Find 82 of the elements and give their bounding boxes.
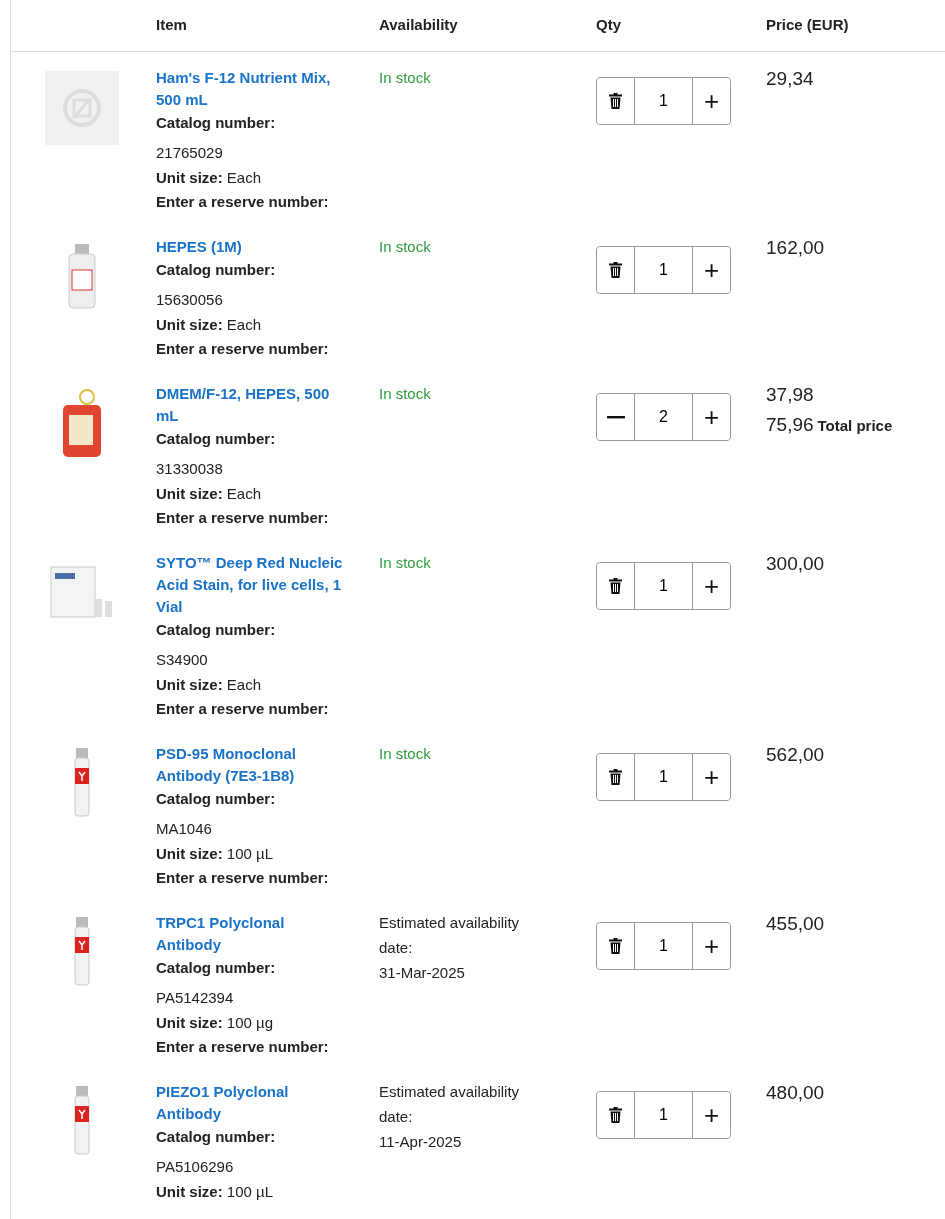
product-link[interactable]: SYTO™ Deep Red Nucleic Acid Stain, for live cells, 1 Vial	[156, 550, 352, 618]
price-header: Price (EUR)	[766, 15, 850, 36]
unit-price: 29,34	[766, 67, 815, 91]
availability-label: Estimated availability date:	[379, 1082, 521, 1127]
unit-price: 562,00	[766, 743, 826, 767]
trash-icon	[609, 1107, 622, 1123]
tube-photo	[72, 917, 92, 989]
unit-price: 37,98	[766, 383, 815, 407]
product-link[interactable]: HEPES (1M)	[156, 234, 352, 258]
stock-status: In stock	[379, 553, 432, 573]
product-link[interactable]: PIEZO1 Polyclonal Antibody	[156, 1079, 352, 1125]
unit-size-text: Unit size: 100 µL	[156, 1182, 275, 1202]
reserve-label: Enter a reserve number:	[156, 699, 330, 719]
catalog-label: Catalog number:	[156, 1127, 277, 1147]
quantity-input[interactable]: 1	[634, 247, 693, 293]
catalog-number: PA5142394	[156, 988, 235, 1008]
catalog-number: 31330038	[156, 459, 224, 479]
total-price-label: Total price	[817, 416, 893, 436]
trash-icon	[609, 262, 622, 278]
quantity-stepper[interactable]: 1 +	[596, 77, 731, 125]
quantity-input[interactable]: 1	[634, 78, 693, 124]
catalog-label: Catalog number:	[156, 958, 277, 978]
catalog-label: Catalog number:	[156, 620, 277, 640]
availability-date: 31-Mar-2025	[379, 963, 466, 983]
unit-size-text: Unit size: 100 µg	[156, 1013, 275, 1033]
catalog-label: Catalog number:	[156, 429, 277, 449]
unit-price: 300,00	[766, 552, 826, 576]
stock-status: In stock	[379, 68, 432, 88]
catalog-number: PA5106296	[156, 1157, 235, 1177]
quantity-input[interactable]: 1	[634, 923, 693, 969]
catalog-number: 21765029	[156, 143, 224, 163]
catalog-label: Catalog number:	[156, 113, 277, 133]
minus-icon	[606, 415, 625, 419]
item-header: Item	[156, 15, 188, 36]
quantity-stepper[interactable]: 1 +	[596, 1091, 731, 1139]
availability-date: 11-Apr-2025	[379, 1132, 463, 1152]
tube-photo	[72, 1086, 92, 1158]
stock-status: In stock	[379, 744, 432, 764]
quantity-input[interactable]: 1	[634, 1092, 693, 1138]
kit-photo	[49, 565, 115, 621]
quantity-stepper[interactable]: 1 +	[596, 922, 731, 970]
reserve-label: Enter a reserve number:	[156, 339, 330, 359]
tube-photo	[72, 748, 92, 820]
availability-label: Estimated availability date:	[379, 913, 521, 958]
stock-status: In stock	[379, 237, 432, 257]
trash-icon	[609, 93, 622, 109]
unit-size-text: Unit size: Each	[156, 675, 263, 695]
unit-price: 455,00	[766, 912, 826, 936]
unit-size-text: Unit size: Each	[156, 315, 263, 335]
quantity-stepper[interactable]: 2 +	[596, 393, 731, 441]
unit-price: 480,00	[766, 1081, 826, 1105]
catalog-number: MA1046	[156, 819, 213, 839]
reserve-label: Enter a reserve number:	[156, 192, 330, 212]
product-link[interactable]: Ham's F-12 Nutrient Mix, 500 mL	[156, 65, 352, 111]
product-link[interactable]: TRPC1 Polyclonal Antibody	[156, 910, 352, 956]
trash-icon	[609, 769, 622, 785]
stock-status: In stock	[379, 384, 432, 404]
unit-price: 162,00	[766, 236, 826, 260]
qty-header: Qty	[596, 15, 622, 36]
catalog-label: Catalog number:	[156, 789, 277, 809]
quantity-input[interactable]: 2	[634, 394, 693, 440]
catalog-label: Catalog number:	[156, 260, 277, 280]
trash-icon	[609, 938, 622, 954]
catalog-number: 15630056	[156, 290, 224, 310]
availability-header: Availability	[379, 15, 459, 36]
reserve-label: Enter a reserve number:	[156, 1037, 330, 1057]
quantity-input[interactable]: 1	[634, 754, 693, 800]
quantity-stepper[interactable]: 1 +	[596, 562, 731, 610]
quantity-stepper[interactable]: 1 +	[596, 246, 731, 294]
reserve-label: Enter a reserve number:	[156, 868, 330, 888]
unit-size-text: Unit size: Each	[156, 168, 263, 188]
reserve-label: Enter a reserve number:	[156, 508, 330, 528]
catalog-number: S34900	[156, 650, 209, 670]
product-link[interactable]: DMEM/F-12, HEPES, 500 mL	[156, 381, 352, 427]
unit-size-text: Unit size: Each	[156, 484, 263, 504]
quantity-stepper[interactable]: 1 +	[596, 753, 731, 801]
bottle-photo	[67, 244, 97, 310]
product-link[interactable]: PSD-95 Monoclonal Antibody (7E3-1B8)	[156, 741, 352, 787]
trash-icon	[609, 578, 622, 594]
quantity-input[interactable]: 1	[634, 563, 693, 609]
total-price: 75,96	[766, 413, 814, 437]
unit-size-text: Unit size: 100 µL	[156, 844, 275, 864]
